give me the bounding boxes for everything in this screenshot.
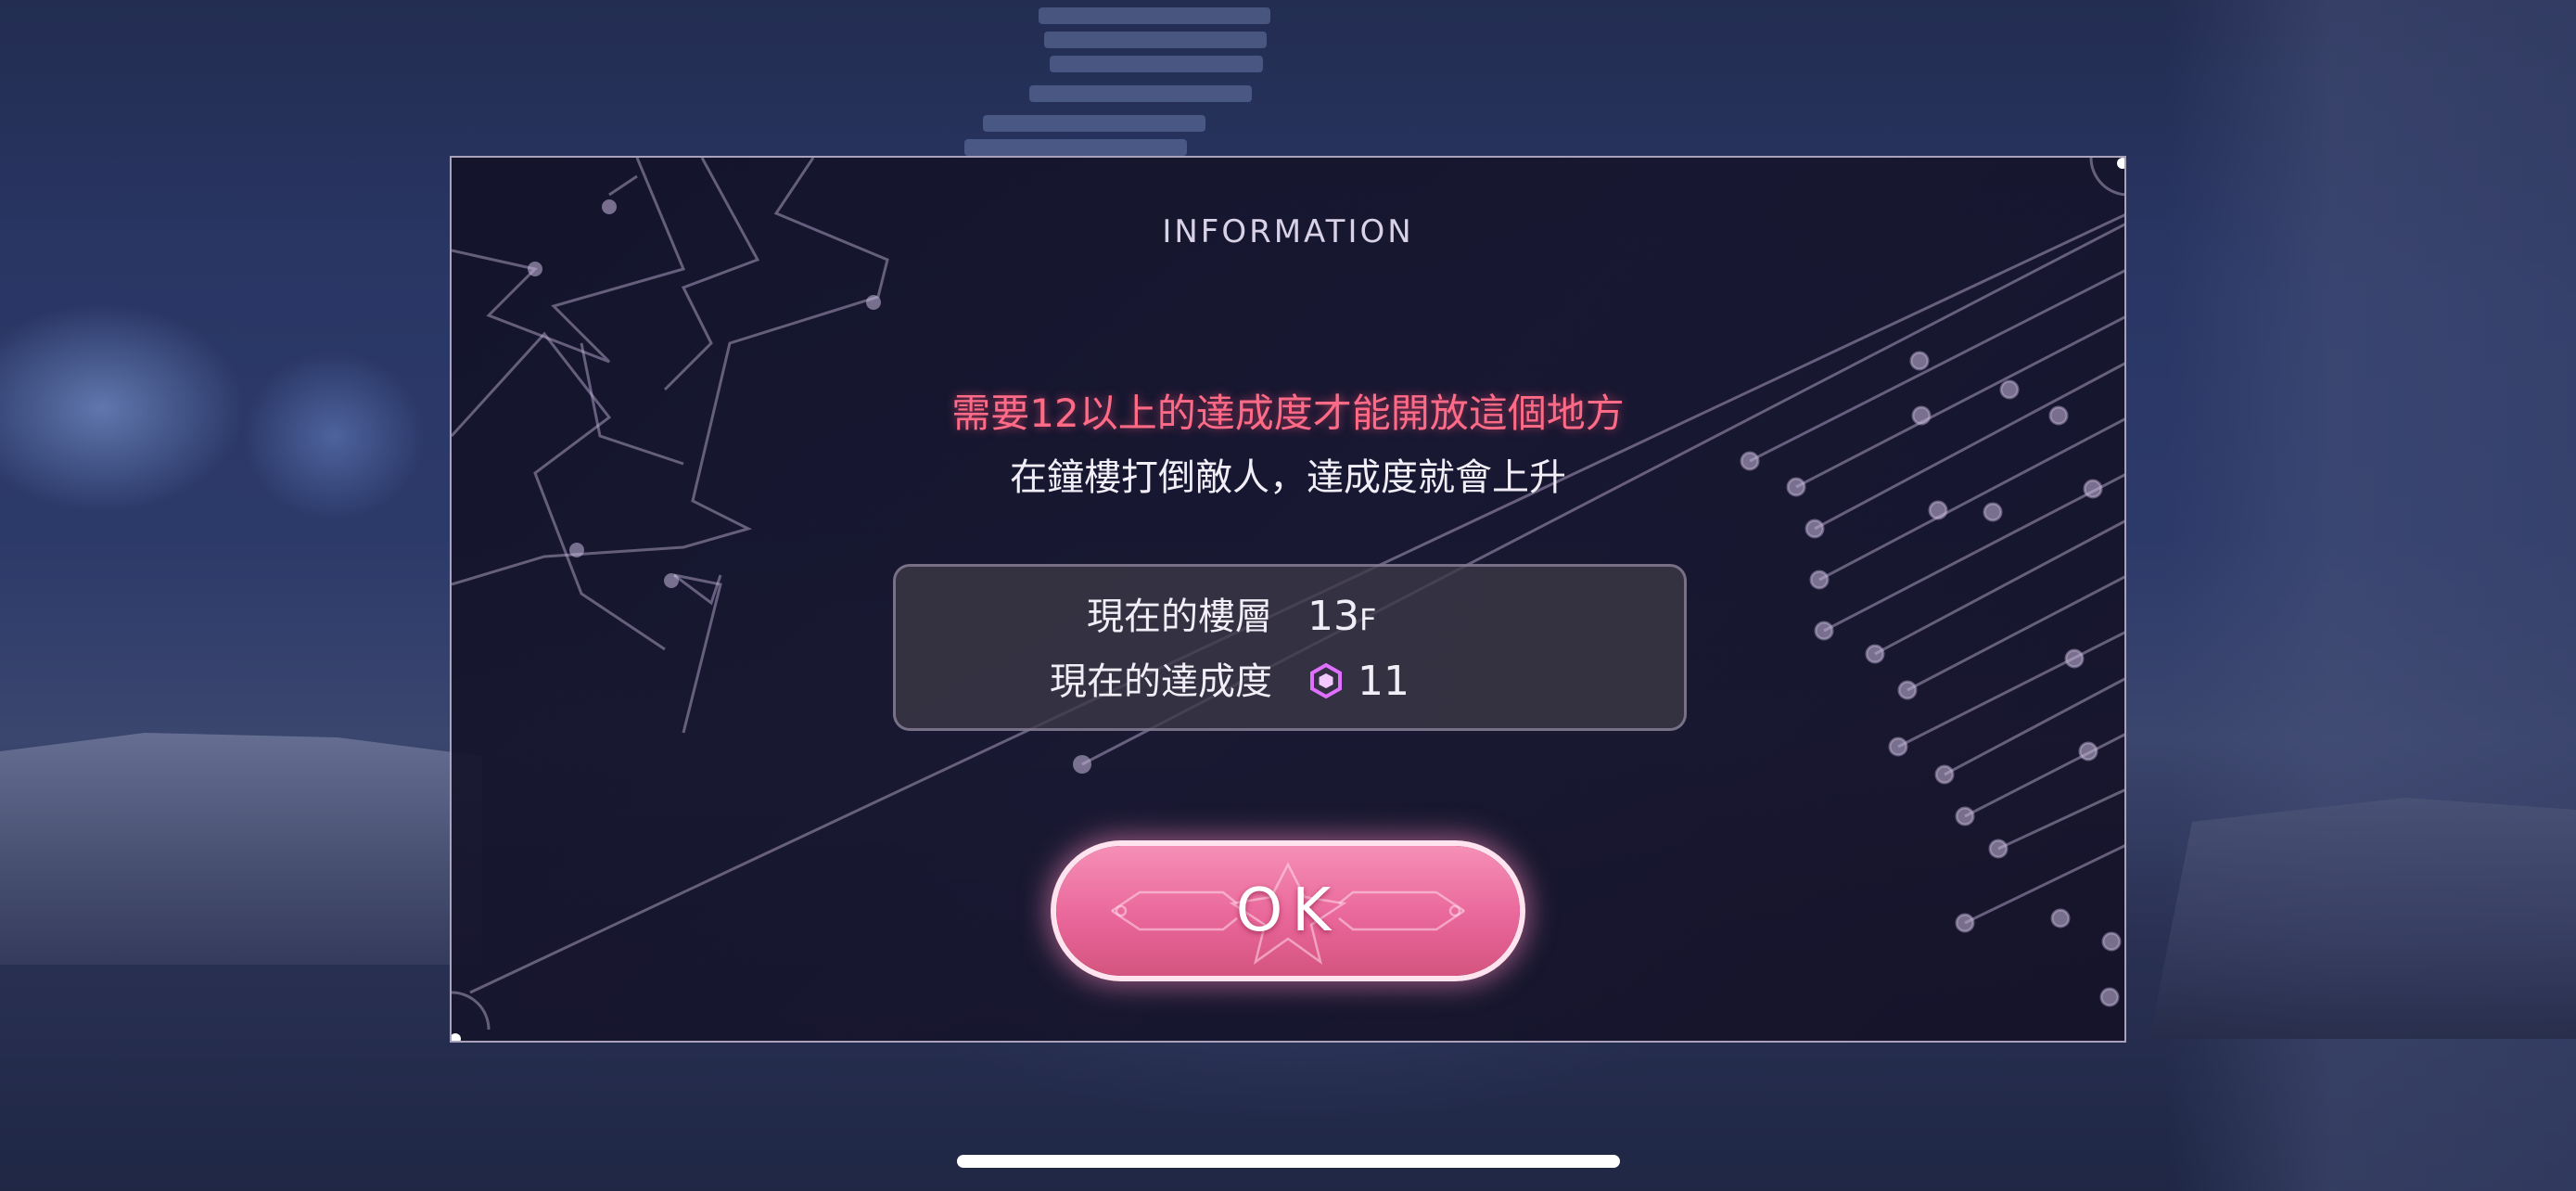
- achievement-label: 現在的達成度: [1050, 660, 1272, 703]
- achievement-row: 現在的達成度 11: [896, 654, 1684, 710]
- hint-message: 在鐘樓打倒敵人，達成度就會上升: [1010, 456, 1566, 499]
- rock-ledge-left: [0, 733, 482, 965]
- floor-row: 現在的樓層 13F: [896, 589, 1684, 645]
- corner-dot-bottom-left: [452, 1033, 461, 1041]
- ok-label: OK: [1235, 877, 1341, 945]
- corner-dot-top-right: [2117, 158, 2124, 169]
- hexagon-gem-icon: [1310, 662, 1342, 699]
- information-dialog: INFORMATION 需要12以上的達成度才能開放這個地方 在鐘樓打倒敵人，達…: [450, 156, 2126, 1043]
- home-indicator[interactable]: [957, 1155, 1620, 1168]
- rock-ledge-right: [2149, 798, 2576, 1039]
- floor-value: 13F: [1307, 589, 1376, 647]
- floor-label: 現在的樓層: [1087, 596, 1272, 638]
- dialog-title: INFORMATION: [1162, 213, 1414, 250]
- achievement-value: 11: [1358, 658, 1409, 705]
- floor-number: 13: [1307, 593, 1359, 640]
- achievement-value-wrap: 11: [1307, 654, 1409, 710]
- status-info-box: 現在的樓層 13F 現在的達成度 11: [893, 564, 1687, 731]
- ok-button[interactable]: OK: [1056, 846, 1520, 976]
- floor-unit: F: [1359, 602, 1377, 637]
- floating-stairs: [964, 0, 1317, 158]
- requirement-message: 需要12以上的達成度才能開放這個地方: [951, 391, 1625, 436]
